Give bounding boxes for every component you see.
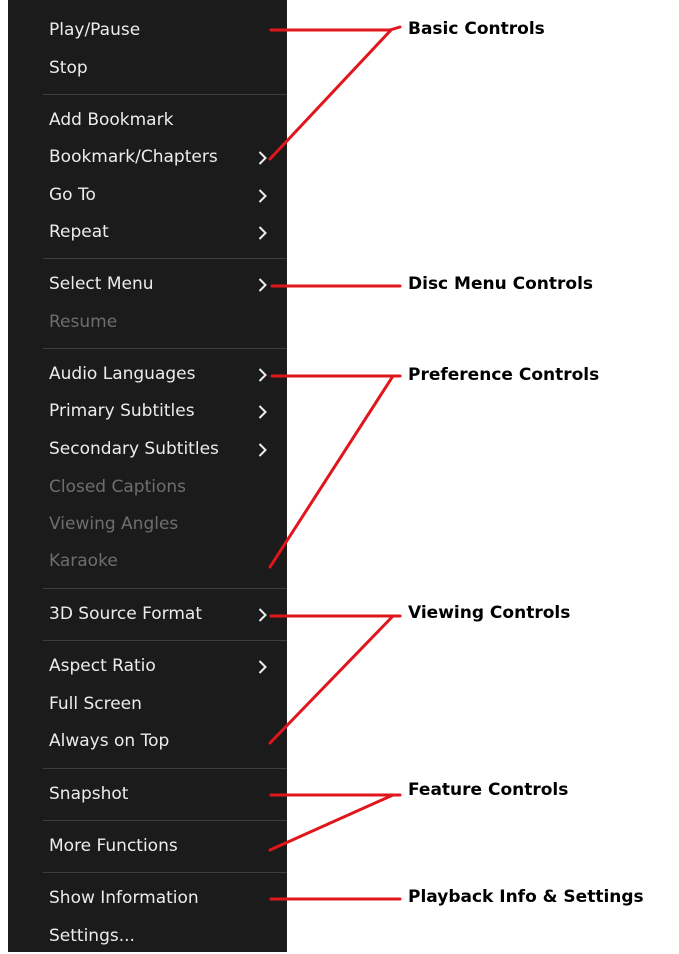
callout-line-basic-controls — [268, 28, 393, 161]
callout-line-feature-controls — [268, 793, 395, 852]
callout-lines — [268, 25, 402, 901]
callout-label-preference-controls: Preference Controls — [408, 365, 600, 385]
callout-label-viewing-controls: Viewing Controls — [408, 603, 571, 623]
callout-line-basic-controls — [269, 25, 402, 32]
callout-label-playback-info-settings: Playback Info & Settings — [408, 887, 644, 907]
callout-label-disc-menu-controls: Disc Menu Controls — [408, 274, 594, 294]
callout-line-viewing-controls — [268, 614, 395, 745]
callout-line-preference-controls — [268, 374, 395, 569]
callout-label-basic-controls: Basic Controls — [408, 19, 545, 39]
callout-label-feature-controls: Feature Controls — [408, 780, 569, 800]
